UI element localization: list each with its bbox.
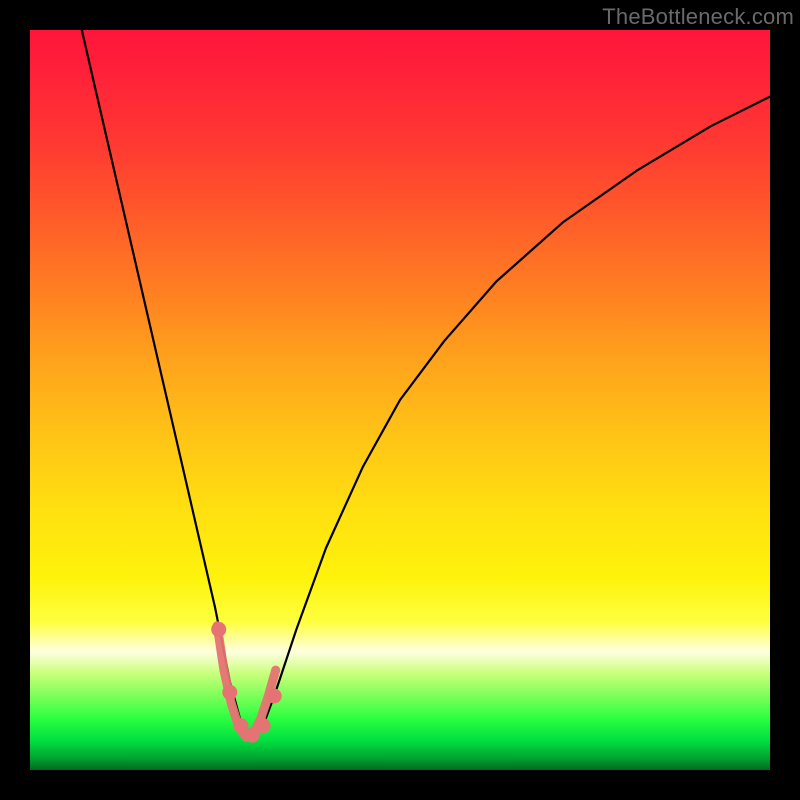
plot-svg: [30, 30, 770, 770]
plot-area: [30, 30, 770, 770]
watermark-text: TheBottleneck.com: [602, 4, 794, 30]
bottleneck-curve: [82, 30, 770, 737]
